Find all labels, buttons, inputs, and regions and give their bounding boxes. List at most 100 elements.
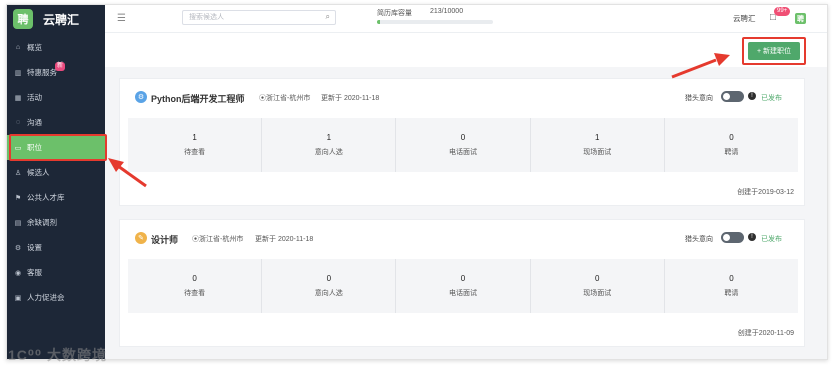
stat-label: 意向人选	[314, 290, 343, 297]
job-title[interactable]: Python后端开发工程师	[151, 92, 245, 105]
headhunter-intent-toggle[interactable]	[721, 232, 744, 243]
sidebar-item-settings[interactable]: ⚙ 设置	[7, 235, 105, 260]
sidebar-item-talent-pool[interactable]: ⚑ 公共人才库	[7, 185, 105, 210]
job-updated: 更新于 2020-11-18	[255, 236, 314, 243]
eye-icon: ◉	[14, 269, 22, 277]
gear-icon: ⚙	[14, 244, 22, 252]
stat-label: 待查看	[184, 149, 206, 156]
job-title[interactable]: 设计师	[151, 233, 178, 246]
sidebar-item-positions[interactable]: ▭ 职位	[7, 135, 105, 160]
grid-icon: ▤	[14, 219, 22, 227]
status-published: 已发布	[761, 95, 782, 102]
new-badge: 新	[55, 62, 66, 71]
resume-quota-bar	[377, 20, 493, 24]
location-pin-icon: ⦿	[259, 95, 266, 102]
location-pin-icon: ⦿	[192, 236, 199, 243]
stat-label: 电话面试	[449, 290, 477, 297]
sidebar-item-overview[interactable]: ⌂ 概览	[7, 35, 105, 60]
person-icon: ♙	[14, 169, 22, 177]
stat-number: 0	[729, 133, 734, 142]
info-icon[interactable]: !	[748, 92, 756, 100]
stat-onsite-interview[interactable]: 1 现场面试	[531, 118, 665, 172]
stat-number: 1	[594, 133, 600, 142]
stat-number: 1	[326, 133, 332, 142]
home-icon: ⌂	[15, 44, 21, 51]
sidebar-nav: ⌂ 概览 ▥ 特惠服务 新 ▦ 活动 ◌ 沟通 ▭ 职位 ♙ 候选人 ⚑ 公共人…	[7, 35, 105, 310]
search-box: ⌕	[182, 10, 336, 25]
notification-badge: 99+	[774, 7, 791, 16]
pencil-icon: ✎	[135, 232, 147, 244]
new-position-button[interactable]: + 新建职位	[748, 42, 800, 60]
brand-logo: 聘	[13, 9, 33, 29]
stat-number: 0	[326, 274, 332, 283]
stat-phone-interview[interactable]: 0 电话面试	[396, 259, 531, 313]
sidebar-item-label: 设置	[27, 243, 42, 252]
sidebar-item-hr-association[interactable]: ▣ 人力促进会	[7, 285, 105, 310]
avatar[interactable]: 聘	[795, 13, 806, 24]
stat-label: 现场面试	[583, 149, 612, 156]
sidebar-item-label: 沟通	[27, 118, 42, 127]
menu-toggle-icon[interactable]: ☰	[117, 13, 126, 24]
stat-pending-review[interactable]: 0 待查看	[128, 259, 263, 313]
cart-icon: ▥	[14, 69, 22, 77]
sidebar-item-special-offers[interactable]: ▥ 特惠服务 新	[7, 60, 105, 85]
stat-onsite-interview[interactable]: 0 现场面试	[531, 259, 665, 313]
stat-label: 聘请	[724, 290, 739, 297]
stat-number: 0	[192, 274, 197, 283]
stat-hired[interactable]: 0 聘请	[665, 259, 798, 313]
job-card-header: ✎ 设计师 ⦿浙江省-杭州市 更新于 2020-11-18 猎头意向 ! 已发布	[120, 220, 804, 254]
chat-icon: ◌	[15, 119, 21, 126]
stat-label: 电话面试	[449, 149, 477, 156]
sidebar-item-events[interactable]: ▦ 活动	[7, 85, 105, 110]
sidebar-item-label: 客服	[27, 268, 42, 277]
stat-number: 0	[460, 133, 466, 142]
job-location: ⦿浙江省-杭州市	[259, 95, 311, 102]
sidebar-item-staff-adjust[interactable]: ▤ 余缺调剂	[7, 210, 105, 235]
company-name[interactable]: 云聘汇	[733, 13, 756, 24]
resume-quota-label: 简历库容量	[377, 10, 412, 17]
sidebar-item-candidates[interactable]: ♙ 候选人	[7, 160, 105, 185]
monitor-icon: ▭	[14, 144, 22, 152]
job-stats: 1 待查看 1 意向人选 0 电话面试 1 现场面试 0 聘请	[128, 118, 798, 172]
stat-interested[interactable]: 1 意向人选	[262, 118, 397, 172]
stat-number: 1	[192, 133, 197, 142]
stat-number: 0	[729, 274, 734, 283]
stat-hired[interactable]: 0 聘请	[665, 118, 798, 172]
resume-quota-fill	[377, 20, 381, 24]
info-icon[interactable]: !	[748, 233, 756, 241]
flag-icon: ⚑	[14, 194, 22, 202]
stat-label: 聘请	[724, 149, 739, 156]
card-icon: ▣	[14, 294, 22, 302]
brand[interactable]: 聘 云聘汇	[7, 5, 105, 33]
sidebar-item-label: 公共人才库	[27, 193, 65, 202]
sidebar-item-label: 职位	[27, 143, 42, 152]
sidebar-item-support[interactable]: ◉ 客服	[7, 260, 105, 285]
search-input[interactable]	[183, 11, 313, 24]
headhunter-intent-label: 猎头意向	[685, 95, 713, 102]
stat-interested[interactable]: 0 意向人选	[262, 259, 397, 313]
sidebar-item-label: 概览	[27, 43, 42, 52]
stat-number: 0	[460, 274, 466, 283]
job-card[interactable]: ⚙ Python后端开发工程师 ⦿浙江省-杭州市 更新于 2020-11-18 …	[119, 78, 805, 206]
stat-pending-review[interactable]: 1 待查看	[128, 118, 263, 172]
status-published: 已发布	[761, 236, 782, 243]
stat-number: 0	[594, 274, 600, 283]
headhunter-intent-label: 猎头意向	[685, 236, 713, 243]
job-card[interactable]: ✎ 设计师 ⦿浙江省-杭州市 更新于 2020-11-18 猎头意向 ! 已发布…	[119, 219, 805, 347]
sidebar: 聘 云聘汇 ⌂ 概览 ▥ 特惠服务 新 ▦ 活动 ◌ 沟通 ▭ 职位 ♙ 候选人…	[7, 5, 105, 359]
search-icon[interactable]: ⌕	[326, 12, 330, 22]
resume-quota-value: 213/10000	[430, 8, 464, 15]
sidebar-item-messages[interactable]: ◌ 沟通	[7, 110, 105, 135]
sidebar-item-label: 人力促进会	[27, 293, 65, 302]
stat-phone-interview[interactable]: 0 电话面试	[396, 118, 531, 172]
action-bar: + 新建职位	[105, 33, 827, 67]
job-stats: 0 待查看 0 意向人选 0 电话面试 0 现场面试 0 聘请	[128, 259, 798, 313]
brand-name: 云聘汇	[43, 12, 80, 27]
sidebar-item-label: 活动	[27, 93, 42, 102]
stat-label: 待查看	[184, 290, 206, 297]
app-window: 聘 云聘汇 ⌂ 概览 ▥ 特惠服务 新 ▦ 活动 ◌ 沟通 ▭ 职位 ♙ 候选人…	[6, 4, 828, 360]
sidebar-item-label: 余缺调剂	[27, 218, 57, 227]
sidebar-item-label: 特惠服务	[27, 68, 57, 77]
headhunter-intent-toggle[interactable]	[721, 91, 744, 102]
job-card-header: ⚙ Python后端开发工程师 ⦿浙江省-杭州市 更新于 2020-11-18 …	[120, 79, 804, 113]
